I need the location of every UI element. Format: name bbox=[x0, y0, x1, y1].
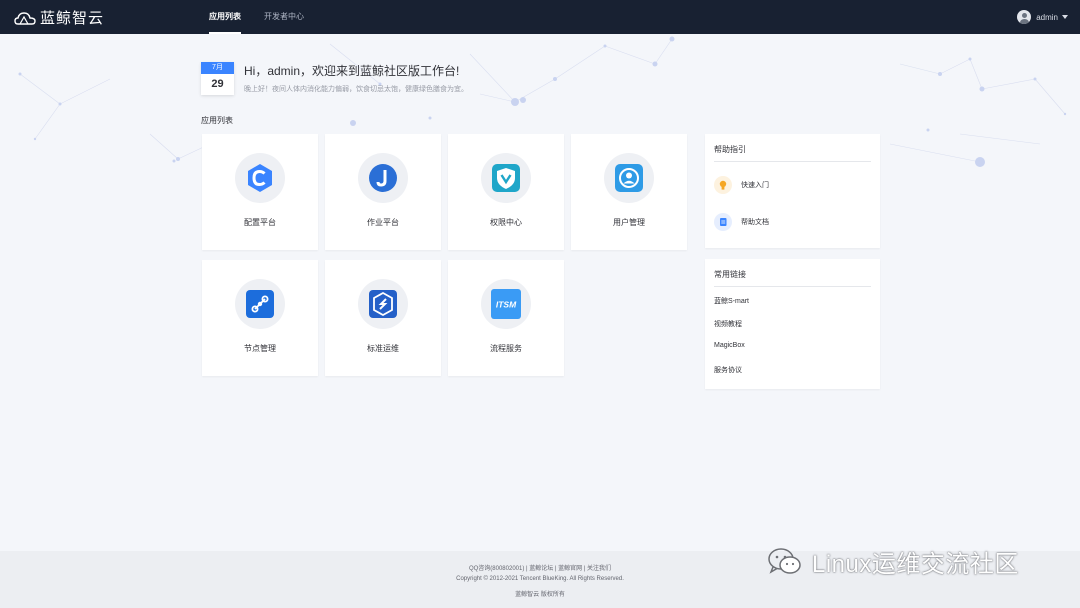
app-card-itsm[interactable]: ITSM 流程服务 bbox=[448, 260, 564, 376]
tab-app-list[interactable]: 应用列表 bbox=[209, 0, 241, 34]
common-links-title: 常用链接 bbox=[714, 270, 746, 279]
footer-owner: 蓝鲸智云 版权所有 bbox=[515, 592, 565, 598]
app-label: 配置平台 bbox=[244, 218, 276, 227]
config-platform-icon bbox=[248, 164, 272, 192]
top-navigation-bar: 蓝鲸智云 应用列表 开发者中心 admin bbox=[0, 0, 1080, 34]
app-card-permission-center[interactable]: 权限中心 bbox=[448, 134, 564, 250]
app-list-heading: 应用列表 bbox=[201, 116, 233, 125]
brand-name: 蓝鲸智云 bbox=[40, 10, 105, 27]
link-magicbox[interactable]: MagicBox bbox=[714, 342, 745, 349]
common-links-panel: 常用链接 蓝鲸S-mart 视频教程 MagicBox 服务协议 bbox=[705, 259, 880, 389]
app-label: 用户管理 bbox=[613, 218, 645, 227]
avatar bbox=[1017, 10, 1032, 24]
divider bbox=[714, 286, 871, 287]
wechat-watermark: Linux运维交流社区 bbox=[766, 544, 1019, 579]
app-card-job-platform[interactable]: 作业平台 bbox=[325, 134, 441, 250]
standard-ops-icon bbox=[369, 290, 397, 318]
cloud-logo-icon bbox=[14, 11, 36, 25]
app-label: 流程服务 bbox=[490, 344, 522, 353]
help-item-quick-start[interactable]: 快速入门 bbox=[714, 176, 769, 194]
app-card-user-management[interactable]: 用户管理 bbox=[571, 134, 687, 250]
help-item-documentation[interactable]: 帮助文档 bbox=[714, 213, 769, 231]
lightbulb-icon bbox=[719, 180, 727, 190]
welcome-subtitle: 晚上好！夜间人体内消化能力偏弱，饮食切忌太饱，健康绿色膳食为宜。 bbox=[244, 86, 468, 93]
help-guide-panel: 帮助指引 快速入门 帮助文档 bbox=[705, 134, 880, 248]
app-label: 节点管理 bbox=[244, 344, 276, 353]
job-platform-icon bbox=[369, 164, 397, 192]
link-service-agreement[interactable]: 服务协议 bbox=[714, 365, 742, 375]
node-management-icon bbox=[246, 290, 274, 318]
calendar-day: 29 bbox=[211, 78, 224, 90]
date-calendar: 7月 29 bbox=[201, 62, 234, 95]
wechat-icon bbox=[768, 547, 801, 574]
link-smart[interactable]: 蓝鲸S-mart bbox=[714, 296, 749, 306]
tab-developer-center[interactable]: 开发者中心 bbox=[264, 0, 304, 34]
itsm-icon: ITSM bbox=[491, 289, 521, 319]
user-menu[interactable]: admin bbox=[1017, 10, 1068, 24]
divider bbox=[714, 161, 871, 162]
app-card-node-management[interactable]: 节点管理 bbox=[202, 260, 318, 376]
itsm-icon-label: ITSM bbox=[496, 300, 517, 310]
chevron-down-icon bbox=[1062, 15, 1068, 19]
help-item-label: 快速入门 bbox=[741, 182, 769, 189]
document-icon bbox=[720, 218, 727, 226]
app-card-standard-ops[interactable]: 标准运维 bbox=[325, 260, 441, 376]
user-management-icon bbox=[615, 164, 643, 192]
brand-logo[interactable]: 蓝鲸智云 bbox=[14, 7, 104, 28]
watermark-text: Linux运维交流社区 bbox=[812, 551, 1019, 578]
app-label: 标准运维 bbox=[367, 344, 399, 353]
help-guide-title: 帮助指引 bbox=[714, 145, 746, 154]
app-card-config-platform[interactable]: 配置平台 bbox=[202, 134, 318, 250]
permission-center-icon bbox=[492, 164, 520, 192]
welcome-title: Hi，admin，欢迎来到蓝鲸社区版工作台! bbox=[244, 64, 460, 78]
link-video-tutorial[interactable]: 视频教程 bbox=[714, 319, 742, 329]
app-label: 作业平台 bbox=[367, 218, 399, 227]
calendar-month: 7月 bbox=[201, 62, 234, 74]
help-item-label: 帮助文档 bbox=[741, 219, 769, 226]
app-label: 权限中心 bbox=[490, 218, 522, 227]
username: admin bbox=[1036, 12, 1058, 22]
